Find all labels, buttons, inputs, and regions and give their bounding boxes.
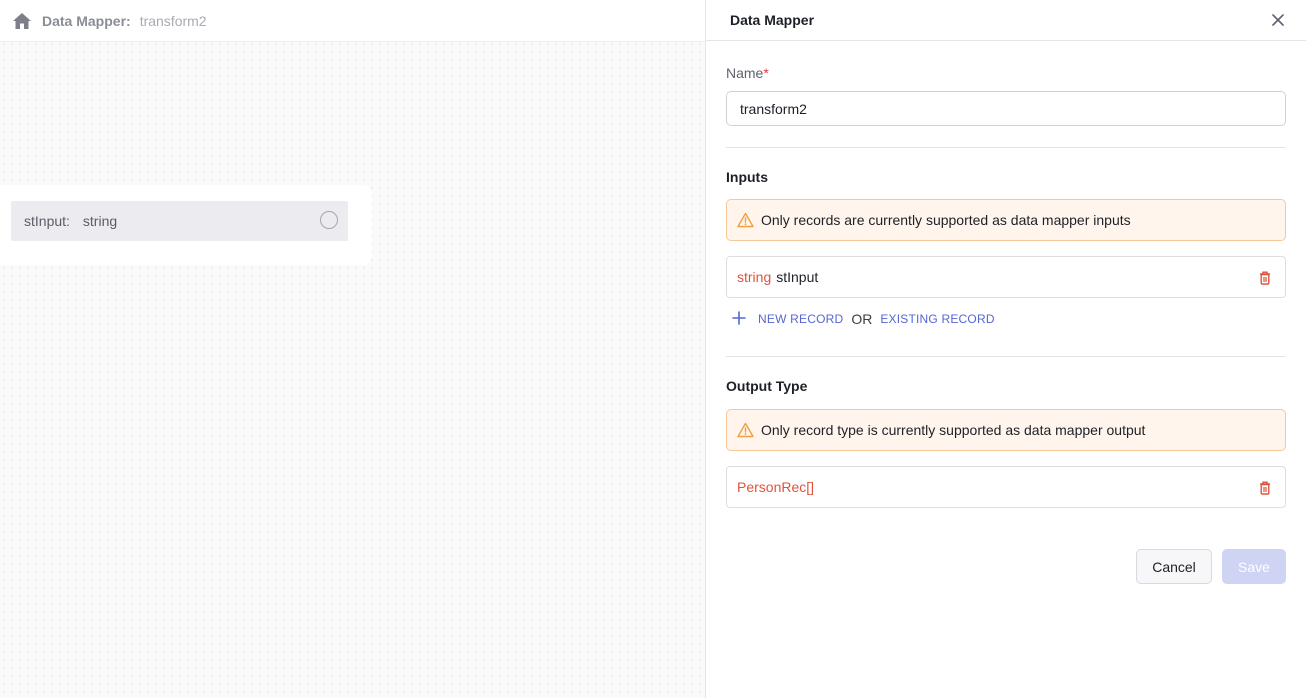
name-label-text: Name: [726, 65, 764, 81]
add-record-row: NEW RECORD OR EXISTING RECORD: [732, 311, 995, 327]
cancel-button[interactable]: Cancel: [1136, 549, 1212, 584]
breadcrumb-value: transform2: [139, 12, 207, 29]
divider: [726, 356, 1286, 357]
diagram-canvas[interactable]: Data Mapper: transform2 stInput: string: [0, 0, 705, 698]
panel-title: Data Mapper: [730, 12, 815, 28]
or-text: OR: [851, 311, 873, 327]
input-item-type: string: [737, 269, 772, 285]
new-record-button[interactable]: NEW RECORD: [758, 312, 843, 326]
input-item-name: stInput: [776, 269, 819, 285]
divider: [726, 147, 1286, 148]
inputs-warning-text: Only records are currently supported as …: [761, 212, 1131, 228]
delete-output-icon[interactable]: [1257, 479, 1273, 496]
panel-header: Data Mapper: [706, 0, 1306, 41]
required-mark: *: [763, 65, 769, 81]
input-param-row: stInput: string: [11, 201, 348, 241]
home-icon[interactable]: [12, 12, 32, 30]
connector-port[interactable]: [320, 211, 338, 229]
input-item-row: string stInput: [726, 256, 1286, 298]
param-name: stInput:: [24, 213, 70, 229]
plus-icon[interactable]: [732, 311, 748, 327]
output-warning: Only record type is currently supported …: [726, 409, 1286, 451]
param-type: string: [82, 213, 118, 229]
output-warning-text: Only record type is currently supported …: [761, 422, 1146, 438]
warning-icon: [737, 212, 754, 228]
canvas-header: Data Mapper: transform2: [0, 0, 705, 42]
output-item-row: PersonRec[]: [726, 466, 1286, 508]
breadcrumb-title: Data Mapper:: [42, 12, 131, 29]
data-mapper-panel: Data Mapper Name* Inputs Only records ar…: [705, 0, 1306, 698]
save-button[interactable]: Save: [1222, 549, 1286, 584]
name-input[interactable]: [726, 91, 1286, 126]
input-node-card[interactable]: stInput: string: [0, 185, 372, 265]
warning-icon: [737, 422, 754, 438]
close-icon[interactable]: [1268, 10, 1288, 30]
existing-record-button[interactable]: EXISTING RECORD: [880, 312, 994, 326]
output-type-title: Output Type: [726, 378, 808, 394]
output-item-type: PersonRec[]: [737, 479, 815, 495]
delete-input-icon[interactable]: [1257, 269, 1273, 286]
name-label: Name*: [726, 65, 769, 81]
inputs-title: Inputs: [726, 169, 768, 185]
inputs-warning: Only records are currently supported as …: [726, 199, 1286, 241]
